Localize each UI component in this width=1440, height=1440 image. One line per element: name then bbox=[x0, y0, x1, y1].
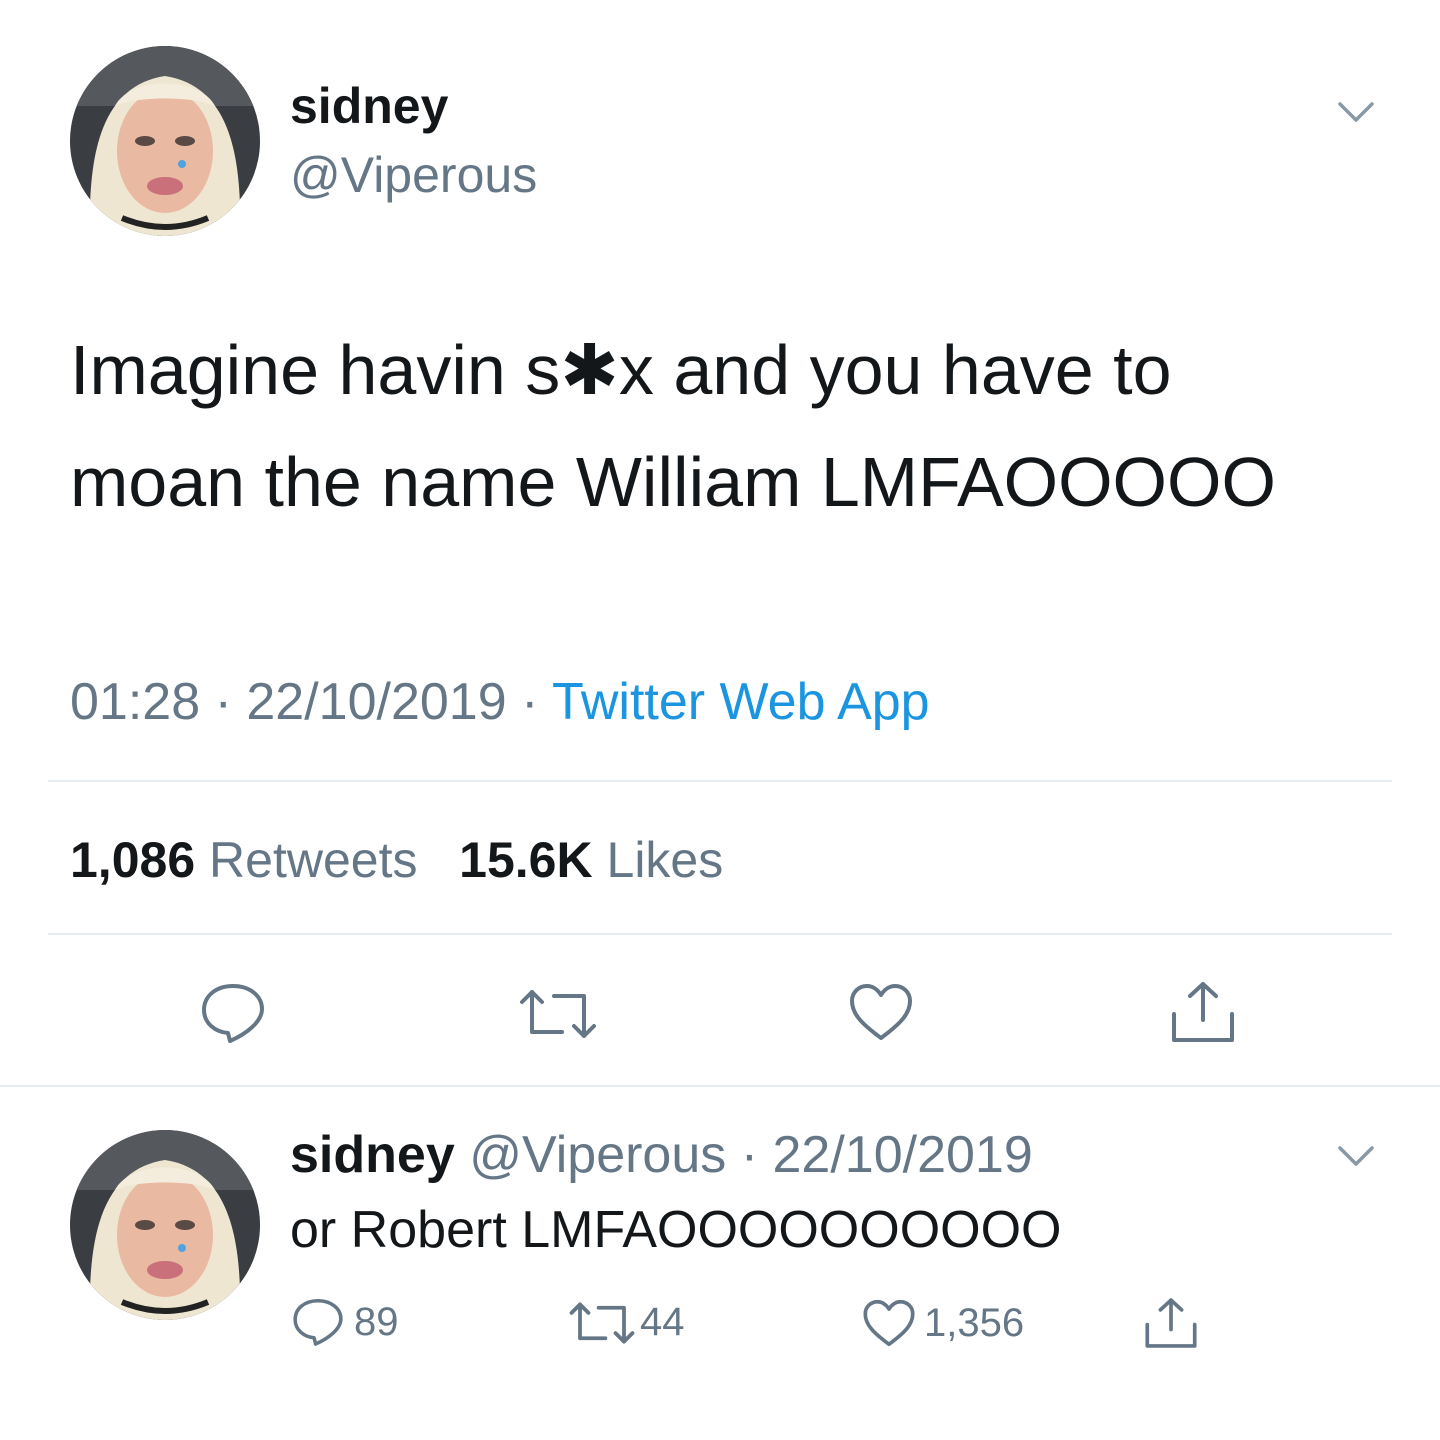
retweets-stat[interactable]: 1,086 Retweets bbox=[70, 832, 431, 888]
reply-count: 89 bbox=[354, 1299, 399, 1344]
reply-author-name[interactable]: sidney bbox=[290, 1126, 455, 1184]
reply-reply-action[interactable]: 89 bbox=[292, 1297, 399, 1347]
meta-separator: · bbox=[521, 673, 539, 731]
reply-icon[interactable] bbox=[200, 982, 266, 1044]
divider bbox=[48, 780, 1392, 782]
retweet-icon bbox=[568, 1301, 636, 1345]
chevron-down-icon[interactable] bbox=[1336, 96, 1376, 126]
reply-icon bbox=[292, 1297, 344, 1347]
like-count: 1,356 bbox=[924, 1300, 1025, 1345]
share-icon[interactable] bbox=[1170, 980, 1236, 1044]
reply-header: sidney @Viperous · 22/10/2019 bbox=[290, 1125, 1033, 1185]
retweet-count: 44 bbox=[640, 1300, 685, 1344]
reply-text: or Robert LMFAOOOOOOOOOO bbox=[290, 1201, 1062, 1259]
tweet-source[interactable]: Twitter Web App bbox=[552, 673, 930, 731]
share-icon[interactable] bbox=[1144, 1296, 1198, 1350]
reply-retweet-action[interactable]: 44 bbox=[568, 1300, 685, 1345]
tweet-meta: 01:28 · 22/10/2019 · Twitter Web App bbox=[70, 672, 930, 732]
chevron-down-icon[interactable] bbox=[1336, 1140, 1376, 1170]
author-handle[interactable]: @Viperous bbox=[290, 145, 537, 205]
tweet-stats: 1,086 Retweets 15.6K Likes bbox=[70, 830, 723, 890]
avatar[interactable] bbox=[70, 46, 260, 236]
meta-separator: · bbox=[214, 673, 232, 731]
reply-like-action[interactable]: 1,356 bbox=[862, 1298, 1024, 1348]
reply-author-handle[interactable]: @Viperous bbox=[469, 1126, 726, 1184]
author-name[interactable]: sidney bbox=[290, 76, 448, 136]
tweet-text-line-1: Imagine havin s✱x and you have to bbox=[70, 331, 1172, 409]
likes-label: Likes bbox=[606, 832, 724, 888]
retweet-icon[interactable] bbox=[518, 988, 598, 1040]
reply-date[interactable]: · 22/10/2019 bbox=[741, 1126, 1033, 1184]
retweets-count: 1,086 bbox=[70, 832, 196, 888]
tweet-text-line-2: moan the name William LMFAOOOOO bbox=[70, 443, 1276, 521]
divider bbox=[0, 1085, 1440, 1087]
tweet-time[interactable]: 01:28 bbox=[70, 673, 200, 731]
heart-icon bbox=[862, 1298, 916, 1348]
likes-stat[interactable]: 15.6K Likes bbox=[459, 832, 723, 888]
heart-icon[interactable] bbox=[848, 982, 914, 1042]
retweets-label: Retweets bbox=[209, 832, 418, 888]
divider bbox=[48, 933, 1392, 935]
tweet-date[interactable]: 22/10/2019 bbox=[246, 673, 506, 731]
reply-avatar[interactable] bbox=[70, 1130, 260, 1320]
likes-count: 15.6K bbox=[459, 832, 593, 888]
